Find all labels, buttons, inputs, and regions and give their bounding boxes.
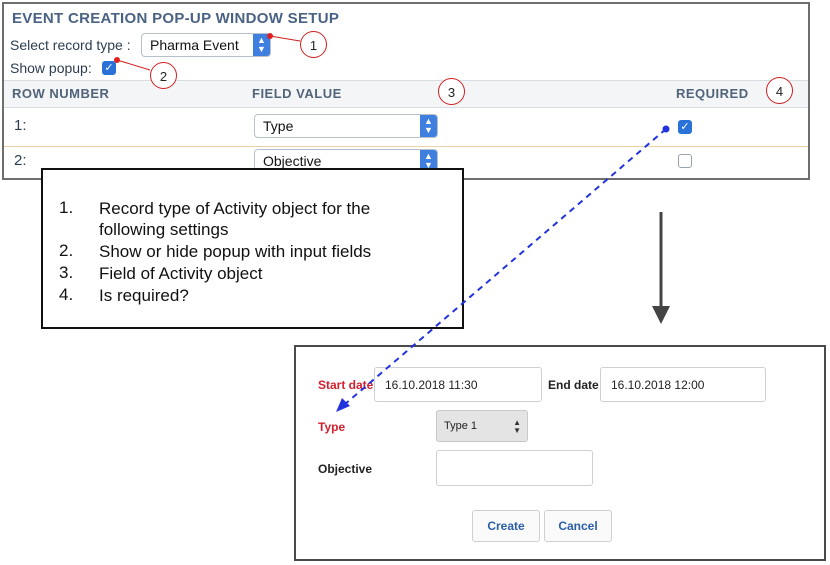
- dashed-connector-arrow-icon: [336, 125, 670, 412]
